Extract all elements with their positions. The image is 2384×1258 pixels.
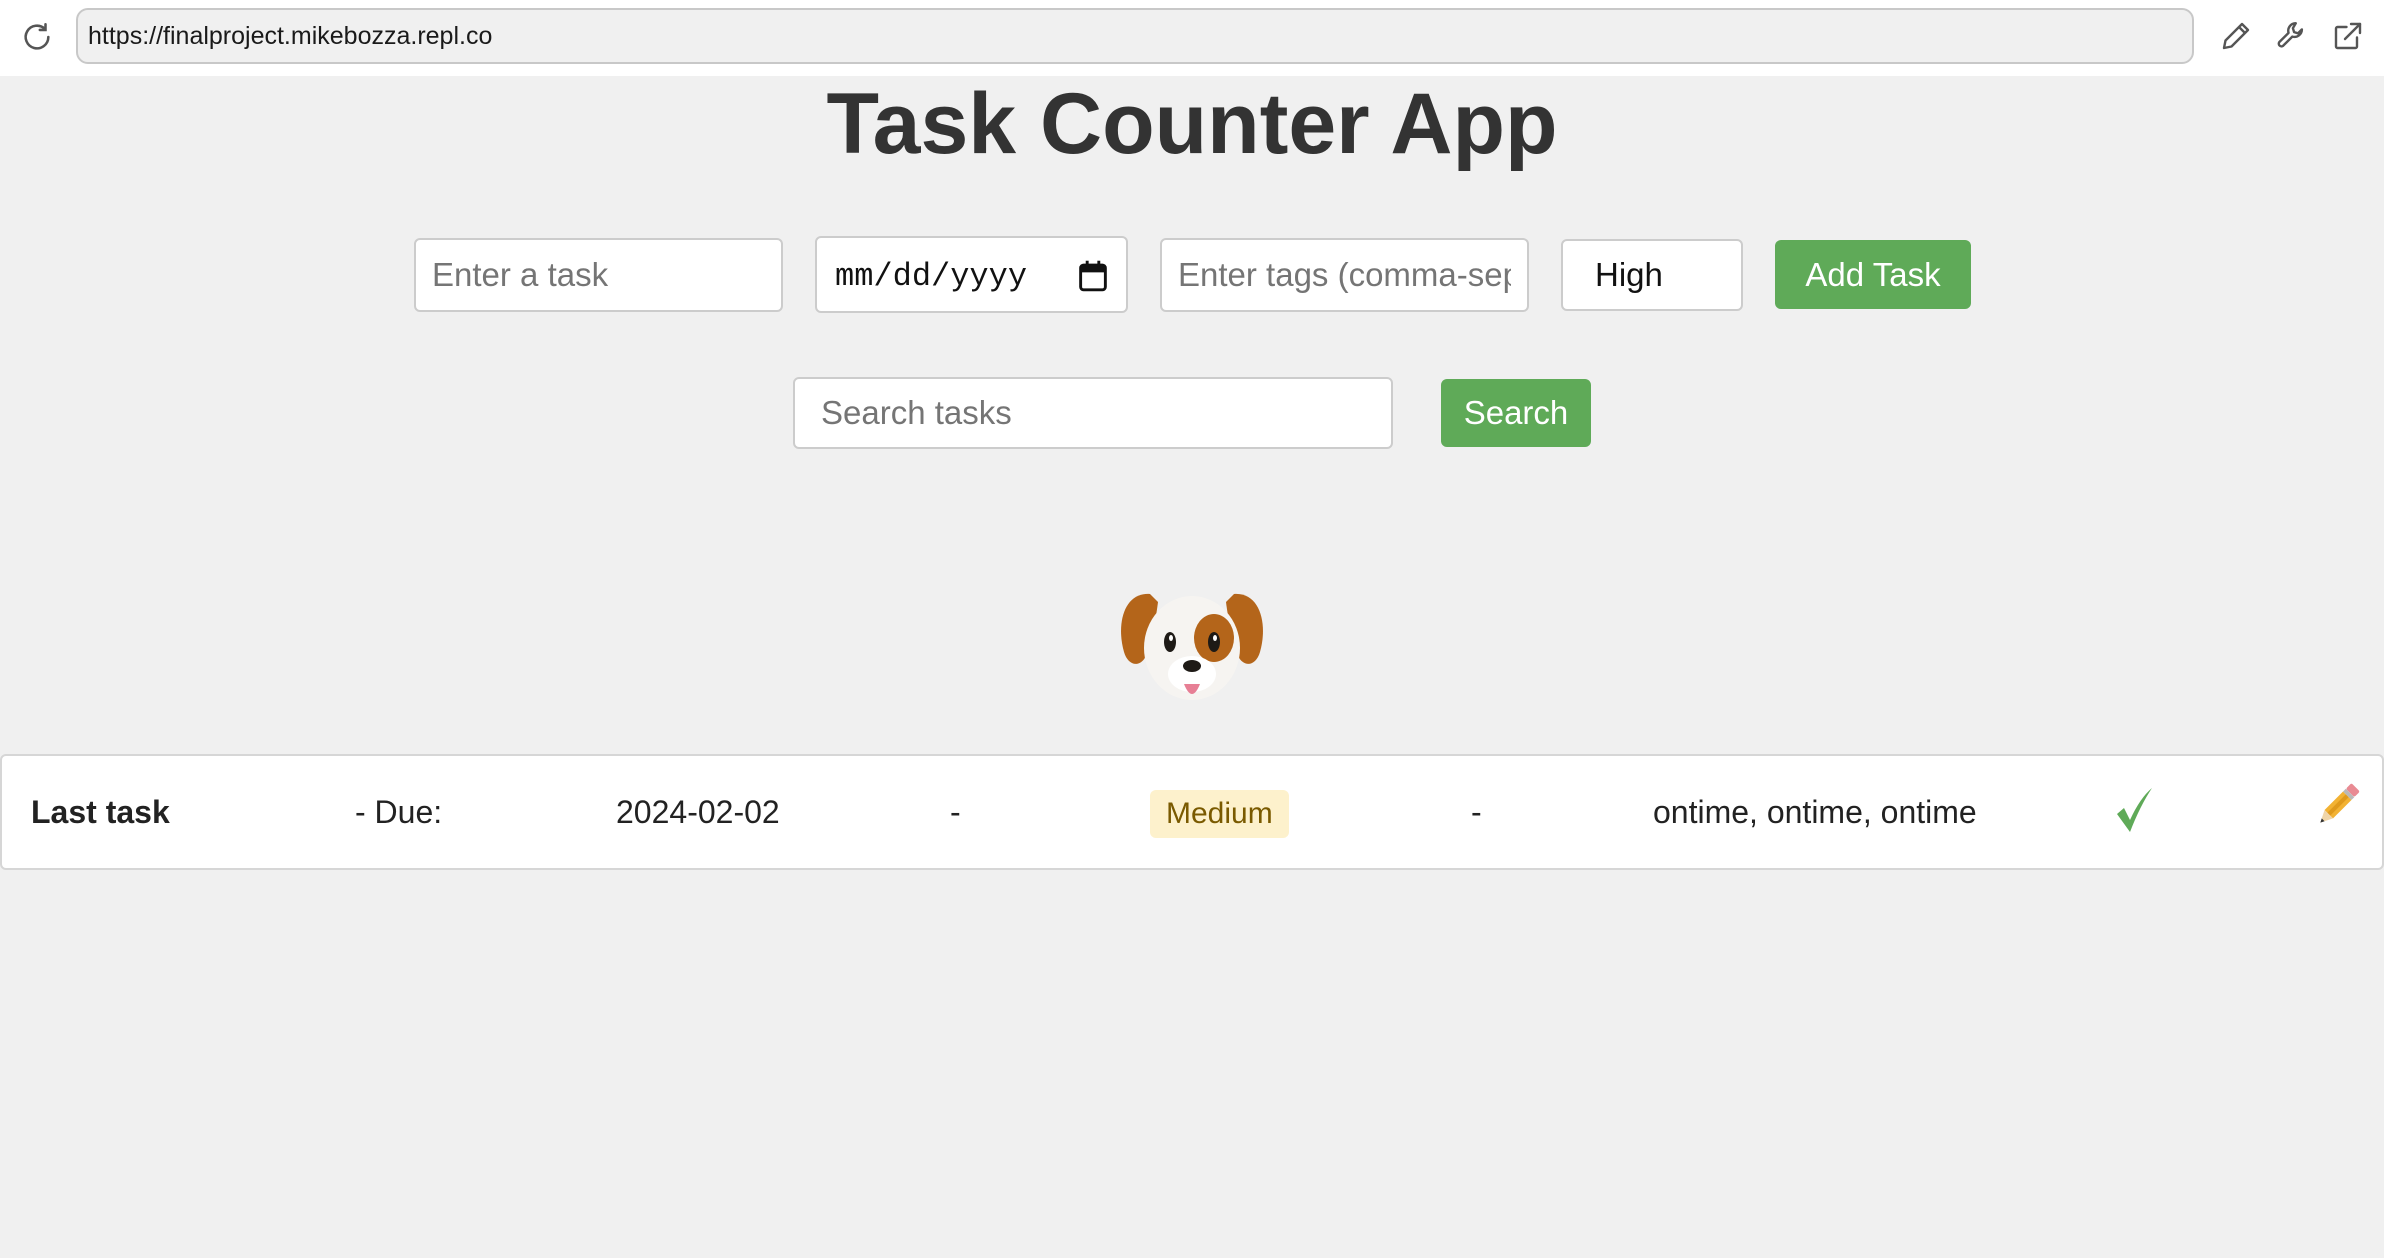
add-task-button[interactable]: Add Task [1775,240,1971,309]
reload-icon[interactable] [20,20,54,54]
separator: - [950,794,961,830]
priority-select[interactable]: High [1561,239,1743,311]
task-input[interactable] [414,238,783,312]
browser-toolbar: https://finalproject.mikebozza.repl.co [0,0,2384,76]
edit-pencil-icon[interactable] [2315,782,2361,828]
search-button[interactable]: Search [1441,379,1591,447]
task-tags: ontime, ontime, ontime [1653,794,1977,830]
wrench-icon[interactable] [2274,18,2310,54]
tags-input[interactable] [1160,238,1529,312]
dog-face-icon [1118,580,1266,710]
date-placeholder: mm/dd/yyyy [835,258,1028,295]
pencil-icon[interactable] [2218,18,2254,54]
checkmark-icon[interactable] [2114,786,2154,834]
address-bar[interactable]: https://finalproject.mikebozza.repl.co [76,8,2194,64]
due-label: - Due: [355,794,443,830]
due-date: 2024-02-02 [616,794,780,830]
separator: - [1471,794,1482,830]
task-row: Last task - Due: 2024-02-02 - Medium - o… [0,754,2384,870]
task-name: Last task [31,794,170,830]
priority-badge: Medium [1150,790,1289,838]
due-date-input[interactable]: mm/dd/yyyy [815,236,1128,313]
open-external-icon[interactable] [2330,18,2366,54]
page-title: Task Counter App [826,76,1558,172]
search-input[interactable] [793,377,1393,449]
calendar-icon[interactable] [1078,260,1108,292]
